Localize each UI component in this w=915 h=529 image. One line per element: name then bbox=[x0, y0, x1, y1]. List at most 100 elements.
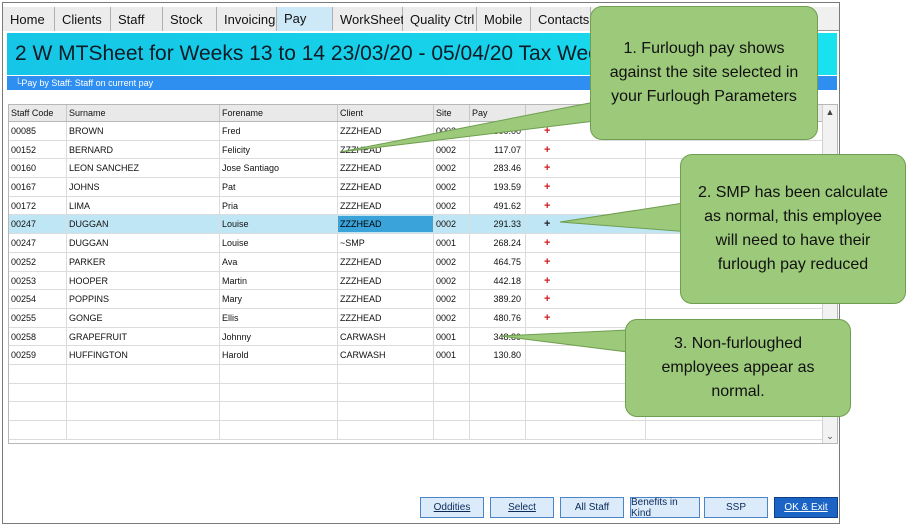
cell-code: 00247 bbox=[9, 215, 67, 234]
callout-smp: 2. SMP has been calculate as normal, thi… bbox=[680, 154, 906, 304]
tab-mobile[interactable]: Mobile bbox=[477, 7, 531, 31]
select-button[interactable]: Select bbox=[490, 497, 554, 518]
cell-pay: 193.59 bbox=[470, 178, 526, 196]
empty-cell bbox=[9, 364, 67, 383]
cell-client: ~SMP bbox=[338, 234, 434, 252]
cell-pay: 464.75 bbox=[470, 252, 526, 271]
tab-invoicing[interactable]: Invoicing bbox=[217, 7, 277, 31]
cell-site: 0001 bbox=[434, 327, 470, 346]
cell-mark: + bbox=[526, 159, 646, 178]
empty-cell bbox=[470, 421, 526, 439]
cell-pay: 389.20 bbox=[470, 290, 526, 308]
cell-client: ZZZHEAD bbox=[338, 308, 434, 327]
ok-exit-button[interactable]: OK & Exit bbox=[774, 497, 838, 518]
cell-mark: + bbox=[526, 215, 646, 234]
cell-client: ZZZHEAD bbox=[338, 122, 434, 140]
cell-surname: HOOPER bbox=[67, 271, 220, 290]
col-header-staff-code[interactable]: Staff Code bbox=[9, 105, 67, 121]
tab-quality-ctrl[interactable]: Quality Ctrl bbox=[403, 7, 477, 31]
empty-cell bbox=[67, 383, 220, 402]
col-header-pay[interactable]: Pay bbox=[470, 105, 526, 121]
cell-pay: 130.80 bbox=[470, 346, 526, 364]
col-header-site[interactable]: Site bbox=[434, 105, 470, 121]
cell-forename: Ellis bbox=[220, 308, 338, 327]
cell-code: 00172 bbox=[9, 196, 67, 215]
benefits-in-kind-button[interactable]: Benefits in Kind bbox=[630, 497, 700, 519]
cell-site: 0002 bbox=[434, 290, 470, 308]
cell-surname: GONGE bbox=[67, 308, 220, 327]
col-header-forename[interactable]: Forename bbox=[220, 105, 338, 121]
cell-code: 00254 bbox=[9, 290, 67, 308]
empty-cell bbox=[646, 421, 837, 439]
empty-cell bbox=[470, 383, 526, 402]
cell-mark: + bbox=[526, 178, 646, 196]
cell-client: CARWASH bbox=[338, 327, 434, 346]
cell-site: 0001 bbox=[434, 234, 470, 252]
empty-cell bbox=[338, 364, 434, 383]
cell-code: 00085 bbox=[9, 122, 67, 140]
cell-surname: DUGGAN bbox=[67, 234, 220, 252]
cell-surname: BERNARD bbox=[67, 140, 220, 159]
empty-cell bbox=[338, 383, 434, 402]
empty-cell bbox=[434, 364, 470, 383]
cell-surname: PARKER bbox=[67, 252, 220, 271]
tab-staff[interactable]: Staff bbox=[111, 7, 163, 31]
tab-clients[interactable]: Clients bbox=[55, 7, 111, 31]
tab-home[interactable]: Home bbox=[3, 7, 55, 31]
all-staff-button[interactable]: All Staff bbox=[560, 497, 624, 518]
cell-site: 0002 bbox=[434, 215, 470, 234]
cell-forename: Jose Santiago bbox=[220, 159, 338, 178]
empty-cell bbox=[338, 402, 434, 420]
empty-cell bbox=[9, 421, 67, 439]
empty-cell bbox=[470, 364, 526, 383]
cell-pay: 348.80 bbox=[470, 327, 526, 346]
cell-mark: + bbox=[526, 234, 646, 252]
tab-pay[interactable]: Pay bbox=[277, 7, 333, 31]
cell-client[interactable]: ZZZHEAD bbox=[338, 216, 434, 233]
cell-pay: 117.07 bbox=[470, 140, 526, 159]
cell-site: 0002 bbox=[434, 196, 470, 215]
cell-surname: JOHNS bbox=[67, 178, 220, 196]
empty-cell bbox=[434, 421, 470, 439]
tab-stock[interactable]: Stock bbox=[163, 7, 217, 31]
cell-client: ZZZHEAD bbox=[338, 140, 434, 159]
callout-non-furloughed: 3. Non-furloughed employees appear as no… bbox=[625, 319, 851, 417]
empty-cell bbox=[526, 421, 646, 439]
cell-code: 00259 bbox=[9, 346, 67, 364]
cell-client: ZZZHEAD bbox=[338, 271, 434, 290]
cell-pay: 491.62 bbox=[470, 196, 526, 215]
cell-pay: 500.00 bbox=[470, 122, 526, 140]
col-header-surname[interactable]: Surname bbox=[67, 105, 220, 121]
cell-site: 0002 bbox=[434, 308, 470, 327]
empty-cell bbox=[67, 421, 220, 439]
oddities-button[interactable]: Oddities bbox=[420, 497, 484, 518]
cell-site: 0002 bbox=[434, 140, 470, 159]
cell-forename: Johnny bbox=[220, 327, 338, 346]
col-header-client[interactable]: Client bbox=[338, 105, 434, 121]
empty-cell bbox=[220, 364, 338, 383]
scroll-down-icon[interactable]: ⌄ bbox=[823, 429, 837, 443]
cell-forename: Louise bbox=[220, 234, 338, 252]
cell-surname: LIMA bbox=[67, 196, 220, 215]
cell-mark: + bbox=[526, 271, 646, 290]
cell-forename: Ava bbox=[220, 252, 338, 271]
cell-site: 0001 bbox=[434, 346, 470, 364]
empty-cell bbox=[220, 383, 338, 402]
cell-surname: HUFFINGTON bbox=[67, 346, 220, 364]
cell-client: ZZZHEAD bbox=[338, 178, 434, 196]
empty-cell bbox=[434, 402, 470, 420]
cell-forename: Louise bbox=[220, 215, 338, 234]
callout-furlough-pay: 1. Furlough pay shows against the site s… bbox=[590, 6, 818, 140]
cell-forename: Fred bbox=[220, 122, 338, 140]
tab-worksheet[interactable]: WorkSheet bbox=[333, 7, 404, 31]
tab-contacts[interactable]: Contacts bbox=[531, 7, 591, 31]
scroll-up-icon[interactable]: ▲ bbox=[823, 105, 837, 119]
page-title: 2 W MTSheet for Weeks 13 to 14 23/03/20 … bbox=[15, 42, 662, 65]
cell-mark: + bbox=[526, 196, 646, 215]
ssp-button[interactable]: SSP bbox=[704, 497, 768, 518]
empty-cell bbox=[470, 402, 526, 420]
cell-surname: POPPINS bbox=[67, 290, 220, 308]
cell-site: 0002 bbox=[434, 159, 470, 178]
cell-pay: 283.46 bbox=[470, 159, 526, 178]
cell-site: 0002 bbox=[434, 271, 470, 290]
